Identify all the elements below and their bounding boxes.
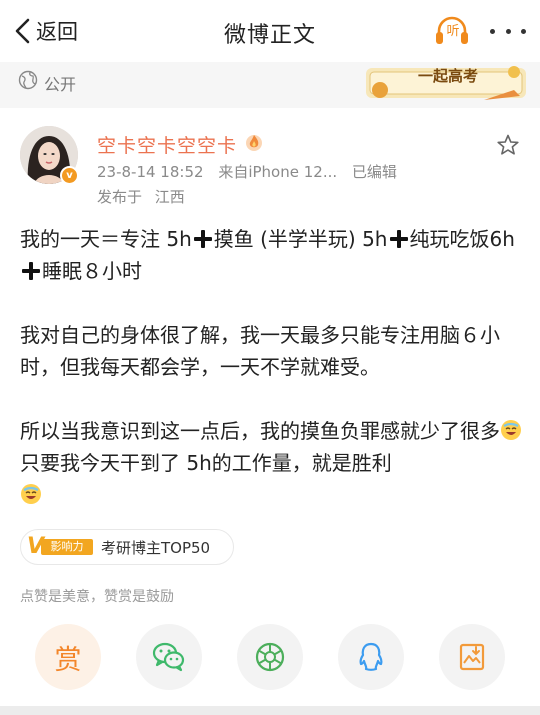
dot-icon <box>505 28 511 34</box>
post-text: 只要我今天干到了 5h的工作量，就是胜利 <box>20 451 392 475</box>
influence-label: 考研博主TOP50 <box>101 538 211 557</box>
share-moments-button[interactable] <box>237 624 303 690</box>
reward-label: 赏 <box>54 644 82 676</box>
wechat-icon <box>152 642 185 672</box>
listen-label: 听 <box>446 24 460 39</box>
save-image-button[interactable] <box>439 624 505 690</box>
verified-badge-icon: v <box>60 166 79 185</box>
plus-icon <box>193 230 212 248</box>
post-text: 睡眠８小时 <box>42 259 142 283</box>
post-date: 23-8-14 18:52 <box>97 163 204 181</box>
share-wechat-button[interactable] <box>136 624 202 690</box>
banner-text: 一起高考 <box>417 67 478 85</box>
action-row: 赏 <box>0 624 540 694</box>
camera-aperture-icon <box>255 642 285 672</box>
reward-button[interactable]: 赏 <box>35 624 101 690</box>
back-label: 返回 <box>36 20 78 44</box>
influence-tag[interactable]: V 影响力 考研博主TOP50 <box>20 529 234 565</box>
flame-badge-icon[interactable] <box>244 132 264 152</box>
more-options-button[interactable] <box>488 20 528 42</box>
post-text: 我的一天＝专注 5h <box>20 227 192 251</box>
edited-label[interactable]: 已编辑 <box>352 163 397 181</box>
nav-bar: 返回 微博正文 听 <box>0 0 540 62</box>
post-paragraph: 所以当我意识到这一点后，我的摸鱼负罪感就少了很多只要我今天干到了 5h的工作量，… <box>20 415 525 511</box>
location-value: 江西 <box>154 188 185 206</box>
share-qq-button[interactable] <box>338 624 404 690</box>
post-body: 我的一天＝专注 5h 摸鱼 (半学半玩) 5h 纯玩吃饭6h 睡眠８小时 我对自己的身… <box>20 223 525 543</box>
author-name[interactable]: 空卡空卡空空卡 <box>97 131 237 158</box>
happy-emoji-icon <box>501 420 521 440</box>
location-prefix: 发布于 <box>97 188 143 206</box>
picture-download-icon <box>459 643 485 671</box>
chevron-left-icon <box>15 18 30 44</box>
visibility-label: 公开 <box>44 75 77 94</box>
happy-emoji-icon <box>21 484 41 504</box>
influence-logo-text: 影响力 <box>41 539 93 555</box>
bottom-divider <box>0 706 540 715</box>
plus-icon <box>389 230 408 248</box>
post-paragraph: 我的一天＝专注 5h 摸鱼 (半学半玩) 5h 纯玩吃饭6h 睡眠８小时 <box>20 223 525 287</box>
post-text: 摸鱼 (半学半玩) 5h <box>213 227 388 251</box>
dot-icon <box>521 28 526 34</box>
listen-button[interactable]: 听 <box>434 14 470 48</box>
qq-penguin-icon <box>359 642 383 671</box>
back-button[interactable]: 返回 <box>14 16 78 46</box>
post-text: 所以当我意识到这一点后，我的摸鱼负罪感就少了很多 <box>20 419 500 443</box>
influence-logo: V 影响力 <box>27 534 95 559</box>
post-source: 来自iPhone 12... <box>218 163 338 181</box>
star-icon[interactable] <box>496 133 520 157</box>
post-paragraph: 我对自己的身体很了解，我一天最多只能专注用脑６小时，但我每天都会学，一天不学就难… <box>20 323 500 379</box>
globe-icon <box>18 70 38 90</box>
post-text: 纯玩吃饭6h <box>409 227 515 251</box>
encourage-text: 点赞是美意，赞赏是鼓励 <box>20 589 174 605</box>
plus-icon <box>22 262 40 280</box>
post-meta: 23-8-14 18:52 来自iPhone 12... 已编辑 <box>97 161 407 182</box>
post-location: 发布于 江西 <box>97 186 193 207</box>
dot-icon <box>490 28 495 34</box>
